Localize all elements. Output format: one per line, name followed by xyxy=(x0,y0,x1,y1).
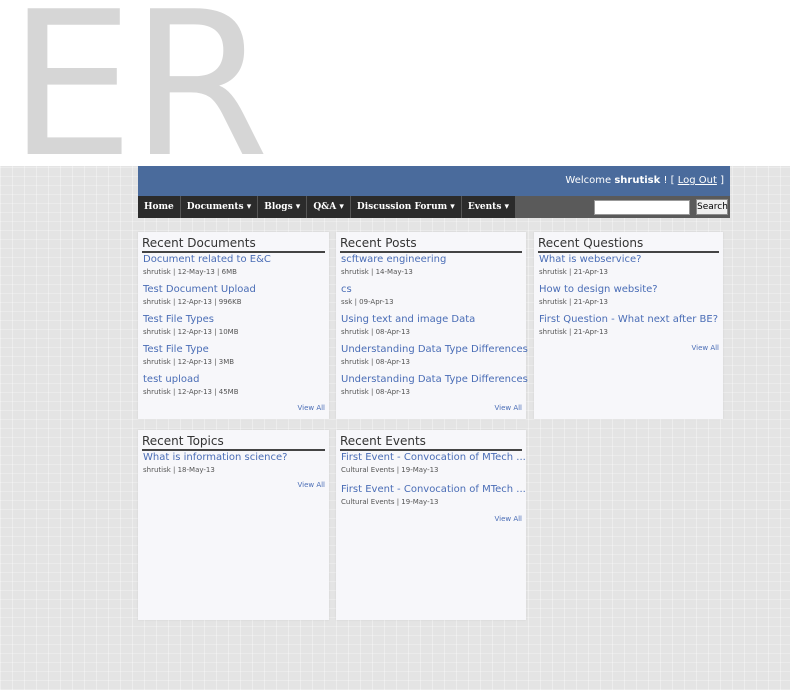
view-all-link[interactable]: View All xyxy=(691,344,719,352)
list-item: Test File Types shrutisk | 12-Apr-13 | 1… xyxy=(143,314,325,336)
item-meta: shrutisk | 08-Apr-13 xyxy=(341,388,410,396)
recent-documents-panel: Recent Documents Document related to E&C… xyxy=(138,232,329,419)
view-all-link[interactable]: View All xyxy=(297,404,325,412)
item-meta: shrutisk | 21-Apr-13 xyxy=(539,268,608,276)
nav-documents-menu[interactable]: Documents ▾ xyxy=(181,196,259,218)
panel-title: Recent Events xyxy=(340,434,522,451)
nav-home[interactable]: Home xyxy=(138,196,181,218)
main-menu: Home Documents ▾ Blogs ▾ Q&A ▾ Discussio… xyxy=(138,196,516,218)
panel-title: Recent Topics xyxy=(142,434,325,451)
item-meta: shrutisk | 12-May-13 | 6MB xyxy=(143,268,237,276)
list-item: Using text and image Data shrutisk | 08-… xyxy=(341,314,522,336)
search-input[interactable] xyxy=(594,200,690,215)
event-link[interactable]: First Event - Convocation of MTech ... xyxy=(341,452,526,463)
view-all-link[interactable]: View All xyxy=(297,481,325,489)
username: shrutisk xyxy=(614,175,661,186)
nav-events-menu[interactable]: Events ▾ xyxy=(462,196,515,218)
welcome-prefix: Welcome xyxy=(565,175,615,186)
document-link[interactable]: Test Document Upload xyxy=(143,284,325,295)
welcome-suffix: ] xyxy=(716,175,724,186)
list-item: Test Document Upload shrutisk | 12-Apr-1… xyxy=(143,284,325,306)
nav-bar: Home Documents ▾ Blogs ▾ Q&A ▾ Discussio… xyxy=(138,196,730,218)
post-link[interactable]: cs xyxy=(341,284,522,295)
post-link[interactable]: Using text and image Data xyxy=(341,314,522,325)
nav-discussion-forum-menu[interactable]: Discussion Forum ▾ xyxy=(351,196,462,218)
item-meta: shrutisk | 21-Apr-13 xyxy=(539,298,608,306)
list-item: What is webservice? shrutisk | 21-Apr-13 xyxy=(539,254,719,276)
list-item: What is information science? shrutisk | … xyxy=(143,452,325,474)
list-item: First Question - What next after BE? shr… xyxy=(539,314,719,336)
list-item: Understanding Data Type Differences shru… xyxy=(341,374,528,396)
panel-title: Recent Posts xyxy=(340,236,522,253)
panel-title: Recent Documents xyxy=(142,236,325,253)
item-meta: shrutisk | 18-May-13 xyxy=(143,466,215,474)
list-item: Test File Type shrutisk | 12-Apr-13 | 3M… xyxy=(143,344,325,366)
item-meta: shrutisk | 12-Apr-13 | 45MB xyxy=(143,388,239,396)
item-meta: shrutisk | 12-Apr-13 | 3MB xyxy=(143,358,235,366)
recent-topics-panel: Recent Topics What is information scienc… xyxy=(138,430,329,620)
item-meta: shrutisk | 21-Apr-13 xyxy=(539,328,608,336)
portal-page: Welcome shrutisk ! [ Log Out ] Home Docu… xyxy=(138,166,730,646)
header-bar: Welcome shrutisk ! [ Log Out ] xyxy=(138,166,730,196)
document-link[interactable]: test upload xyxy=(143,374,325,385)
item-meta: Cultural Events | 19-May-13 xyxy=(341,498,439,506)
list-item: test upload shrutisk | 12-Apr-13 | 45MB xyxy=(143,374,325,396)
item-meta: Cultural Events | 19-May-13 xyxy=(341,466,439,474)
recent-posts-panel: Recent Posts scftware engineering shruti… xyxy=(336,232,528,419)
welcome-separator: ! [ xyxy=(660,175,678,186)
welcome-text: Welcome shrutisk ! [ Log Out ] xyxy=(565,175,724,186)
document-link[interactable]: Test File Type xyxy=(143,344,325,355)
post-link[interactable]: scftware engineering xyxy=(341,254,522,265)
nav-qa-menu[interactable]: Q&A ▾ xyxy=(307,196,351,218)
recent-events-panel: Recent Events First Event - Convocation … xyxy=(336,430,526,620)
recent-questions-panel: Recent Questions What is webservice? shr… xyxy=(534,232,723,419)
view-all-link[interactable]: View All xyxy=(494,515,522,523)
item-meta: ssk | 09-Apr-13 xyxy=(341,298,394,306)
document-link[interactable]: Document related to E&C xyxy=(143,254,325,265)
item-meta: shrutisk | 14-May-13 xyxy=(341,268,413,276)
list-item: Document related to E&C shrutisk | 12-Ma… xyxy=(143,254,325,276)
item-meta: shrutisk | 12-Apr-13 | 996KB xyxy=(143,298,242,306)
list-item: Understanding Data Type Differences shru… xyxy=(341,344,528,366)
item-meta: shrutisk | 12-Apr-13 | 10MB xyxy=(143,328,239,336)
item-meta: shrutisk | 08-Apr-13 xyxy=(341,328,410,336)
question-link[interactable]: How to design website? xyxy=(539,284,719,295)
document-link[interactable]: Test File Types xyxy=(143,314,325,325)
list-item: How to design website? shrutisk | 21-Apr… xyxy=(539,284,719,306)
nav-blogs-menu[interactable]: Blogs ▾ xyxy=(258,196,308,218)
topic-link[interactable]: What is information science? xyxy=(143,452,325,463)
post-link[interactable]: Understanding Data Type Differences xyxy=(341,344,528,355)
item-meta: shrutisk | 08-Apr-13 xyxy=(341,358,410,366)
view-all-link[interactable]: View All xyxy=(494,404,522,412)
list-item: First Event - Convocation of MTech ... C… xyxy=(341,484,526,506)
site-logo: ER xyxy=(8,0,269,202)
post-link[interactable]: Understanding Data Type Differences xyxy=(341,374,528,385)
question-link[interactable]: First Question - What next after BE? xyxy=(539,314,719,325)
list-item: cs ssk | 09-Apr-13 xyxy=(341,284,522,306)
search-button[interactable]: Search xyxy=(696,199,728,215)
list-item: scftware engineering shrutisk | 14-May-1… xyxy=(341,254,522,276)
question-link[interactable]: What is webservice? xyxy=(539,254,719,265)
list-item: First Event - Convocation of MTech ... C… xyxy=(341,452,526,474)
logout-link[interactable]: Log Out xyxy=(678,175,717,186)
event-link[interactable]: First Event - Convocation of MTech ... xyxy=(341,484,526,495)
panel-title: Recent Questions xyxy=(538,236,719,253)
